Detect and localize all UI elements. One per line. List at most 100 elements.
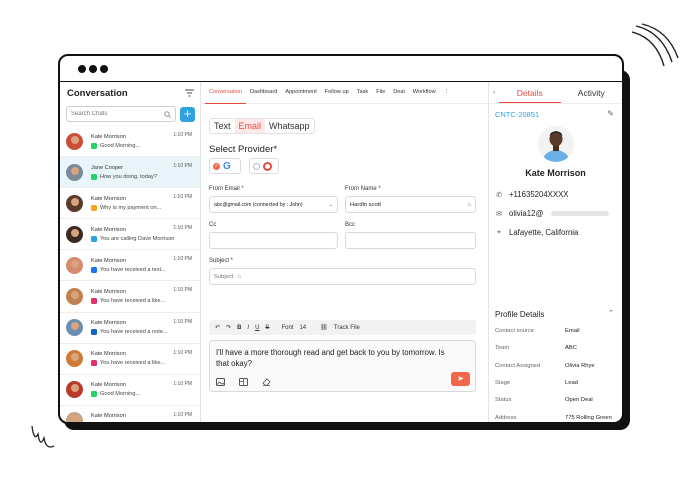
tag-icon: ⌂ — [237, 273, 241, 280]
check-icon: ✓ — [213, 162, 220, 170]
window-dot — [100, 64, 108, 73]
detail-key: Stage — [495, 379, 511, 386]
search-input[interactable] — [71, 111, 151, 117]
tab-file[interactable]: File — [372, 82, 389, 104]
location-pin-icon: ⌖ — [497, 228, 501, 236]
avatar — [66, 225, 83, 243]
font-size-select[interactable]: 14 — [299, 325, 306, 331]
chat-list-item[interactable]: Kate MorrisonYou have received a text...… — [60, 406, 200, 422]
message-compose-box[interactable]: I'll have a more thorough read and get b… — [209, 340, 476, 392]
edit-pencil-icon[interactable]: ✎ — [607, 109, 614, 118]
chat-list-item[interactable]: Kate Morrison Why is my payment on... 1:10… — [60, 188, 200, 220]
tab-task[interactable]: Task — [353, 82, 373, 104]
google-icon: G — [223, 160, 231, 172]
detail-key: Team — [495, 345, 510, 352]
chat-list-item[interactable]: Kate Morrison Good Morning... 1:10 PM — [60, 375, 200, 406]
strikethrough-button[interactable]: S — [265, 325, 269, 331]
channel-tabs: Text Email Whatsapp — [209, 118, 315, 134]
eraser-icon[interactable] — [262, 378, 271, 386]
bold-button[interactable]: B — [237, 325, 241, 331]
conversation-sidebar: Conversation + Kate MorrisonGood Morning… — [60, 82, 201, 422]
avatar — [66, 163, 83, 181]
chevron-down-icon: ⌄ — [328, 201, 333, 208]
tab-text[interactable]: Text — [210, 119, 235, 133]
chat-list-item[interactable]: Kate Morrison You are calling Dave Morris… — [60, 219, 200, 251]
contact-id: CNTC-20851 — [495, 110, 540, 119]
avatar — [66, 381, 83, 399]
undo-icon[interactable]: ↶ — [215, 324, 220, 331]
collapse-icon[interactable]: › — [489, 82, 499, 103]
underline-button[interactable]: U — [255, 325, 259, 331]
avatar — [66, 412, 83, 422]
tab-details[interactable]: Details — [499, 82, 561, 103]
font-select[interactable]: Font — [281, 325, 293, 331]
from-name-field[interactable]: Hardin scott ⌂ — [345, 196, 476, 213]
profile-detail-row: Contact source Email — [495, 328, 618, 334]
provider-google-option[interactable]: ✓ G — [209, 158, 241, 174]
chat-list-item[interactable]: Kate MorrisonYou have received a text...… — [60, 250, 200, 282]
chat-list-item[interactable]: Jane Cooper How you doing, today? 1:10 PM — [60, 157, 200, 189]
cc-field[interactable] — [209, 232, 338, 249]
subject-field[interactable]: Subject ⌂ — [209, 268, 476, 285]
bcc-field[interactable] — [345, 232, 476, 249]
contact-name: Kate Morrison — [525, 168, 586, 178]
chat-preview: You are calling Dave Morrison — [100, 235, 175, 242]
chat-time: 1:10 PM — [173, 194, 192, 201]
tab-conversation[interactable]: Conversation — [205, 82, 246, 104]
window-dot — [78, 64, 86, 73]
from-email-label: From Email * — [209, 186, 244, 192]
chat-preview: You have received a note... — [100, 329, 168, 336]
chat-preview: Good Morning... — [100, 391, 141, 398]
italic-button[interactable]: I — [247, 325, 249, 331]
radio-icon — [253, 162, 260, 170]
image-icon[interactable] — [216, 378, 225, 386]
search-icon — [164, 110, 171, 118]
send-button[interactable]: ➤ — [451, 372, 470, 386]
tab-deal[interactable]: Deal — [389, 82, 409, 104]
new-chat-button[interactable]: + — [180, 106, 195, 122]
contact-phone[interactable]: +11635204XXXX — [509, 190, 568, 199]
select-provider-label: Select Provider* — [209, 144, 278, 155]
contact-location: Lafayette, California — [509, 228, 579, 237]
message-text[interactable]: I'll have a more thorough read and get b… — [216, 347, 456, 369]
profile-detail-row: Address 775 Rolling Green — [495, 415, 618, 421]
tab-follow-up[interactable]: Follow up — [321, 82, 353, 104]
detail-key: Contact Assigned — [495, 362, 541, 369]
tab-appointment[interactable]: Appointment — [281, 82, 320, 104]
whatsapp-icon — [91, 391, 97, 398]
chat-list-item[interactable]: Kate Morrison You have received a like...… — [60, 281, 200, 313]
sidebar-title: Conversation — [67, 87, 128, 99]
details-panel: › Details Activity CNTC-20851 ✎ Kate Mor… — [489, 82, 622, 422]
editor-toolbar: ↶ ↷ B I U S Font 14 ⛓ Track File — [209, 320, 476, 335]
center-tabs: Conversation Dashboard Appointment Follow u… — [201, 82, 488, 104]
chat-preview: You have received a like... — [100, 360, 166, 367]
link-icon[interactable]: ⛓ — [320, 324, 328, 331]
chat-list-item[interactable]: Kate Morrison You have received a note...… — [60, 313, 200, 344]
chat-preview: You have received a like... — [100, 298, 166, 305]
contact-email[interactable]: olivia12@ — [509, 209, 543, 218]
chat-list-item[interactable]: Kate Morrison Good Morning... 1:10 PM — [60, 126, 200, 158]
track-file-button[interactable]: Track File — [334, 325, 360, 331]
more-tabs-icon[interactable]: ⋮ — [440, 82, 454, 104]
tab-dashboard[interactable]: Dashboard — [246, 82, 281, 104]
detail-value: 775 Rolling Green — [565, 414, 612, 421]
filter-icon[interactable] — [185, 84, 194, 102]
from-email-select[interactable]: abc@gmail.com (connected by : John) ⌄ — [209, 196, 338, 213]
tab-whatsapp[interactable]: Whatsapp — [265, 119, 314, 133]
chat-preview: Good Morning... — [100, 142, 141, 149]
profile-detail-row: Team ABC — [495, 345, 618, 351]
window-dot — [89, 64, 97, 73]
search-chats-field[interactable] — [66, 106, 176, 122]
tab-activity[interactable]: Activity — [561, 82, 623, 103]
from-email-value: abc@gmail.com (connected by : John) — [214, 201, 303, 208]
tab-workflow[interactable]: Workflow — [409, 82, 440, 104]
detail-value: Lead — [565, 379, 578, 386]
tab-email[interactable]: Email — [234, 119, 266, 133]
redo-icon[interactable]: ↷ — [226, 324, 231, 331]
contact-avatar — [538, 126, 574, 162]
profile-details-title: Profile Details — [495, 310, 545, 319]
template-icon[interactable] — [239, 378, 248, 386]
chat-list-item[interactable]: Kate Morrison You have received a like...… — [60, 344, 200, 375]
provider-other-option[interactable] — [249, 158, 279, 174]
chevron-up-icon[interactable]: ⌃ — [608, 309, 614, 317]
